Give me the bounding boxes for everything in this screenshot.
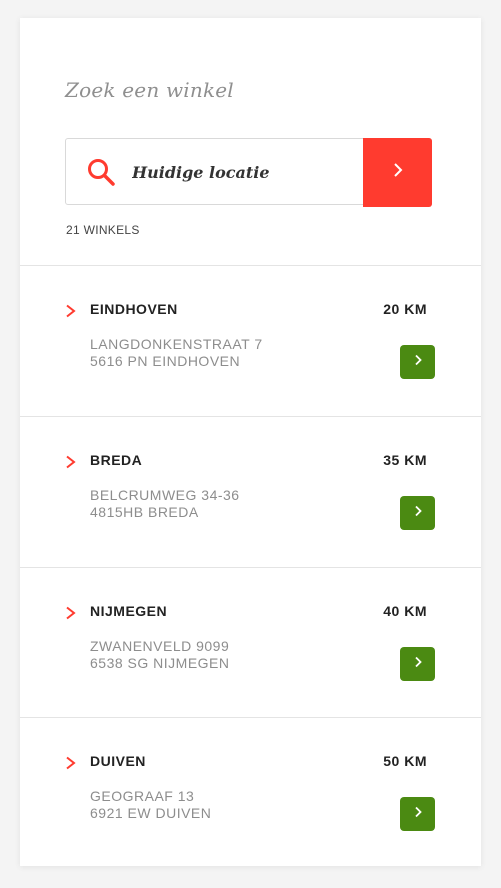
store-distance: 40 KM (383, 603, 427, 619)
chevron-right-icon (413, 805, 423, 823)
store-address-city: 5616 PN EINDHOVEN (90, 353, 241, 369)
chevron-right-icon (64, 606, 78, 620)
store-item[interactable]: EINDHOVEN 20 KM LANGDONKENSTRAAT 7 5616 … (20, 265, 481, 415)
chevron-right-icon (64, 455, 78, 469)
store-address-street: GEOGRAAF 13 (90, 788, 195, 804)
store-item[interactable]: NIJMEGEN 40 KM ZWANENVELD 9099 6538 SG N… (20, 567, 481, 717)
store-address-street: ZWANENVELD 9099 (90, 638, 230, 654)
store-address-city: 4815HB BREDA (90, 504, 199, 520)
store-distance: 35 KM (383, 452, 427, 468)
chevron-right-icon (64, 304, 78, 318)
chevron-right-icon (64, 756, 78, 770)
store-address-city: 6538 SG NIJMEGEN (90, 655, 230, 671)
store-name: EINDHOVEN (90, 301, 178, 317)
store-details-button[interactable] (400, 345, 435, 379)
store-name: NIJMEGEN (90, 603, 168, 619)
store-address: ZWANENVELD 9099 6538 SG NIJMEGEN (90, 638, 230, 672)
store-details-button[interactable] (400, 797, 435, 831)
chevron-right-icon (413, 504, 423, 522)
store-distance: 50 KM (383, 753, 427, 769)
store-item[interactable]: DUIVEN 50 KM GEOGRAAF 13 6921 EW DUIVEN (20, 717, 481, 867)
search-icon (86, 157, 118, 189)
store-address: BELCRUMWEG 34-36 4815HB BREDA (90, 487, 240, 521)
store-name: BREDA (90, 452, 143, 468)
store-address-street: LANGDONKENSTRAAT 7 (90, 336, 263, 352)
store-finder-panel: Zoek een winkel 21 WINKELS EINDHOVEN 20 … (20, 18, 481, 866)
chevron-right-icon (391, 162, 405, 183)
store-address-street: BELCRUMWEG 34-36 (90, 487, 240, 503)
store-details-button[interactable] (400, 647, 435, 681)
search-input[interactable] (132, 157, 352, 187)
store-item[interactable]: BREDA 35 KM BELCRUMWEG 34-36 4815HB BRED… (20, 416, 481, 566)
search-box (65, 138, 432, 207)
store-address: LANGDONKENSTRAAT 7 5616 PN EINDHOVEN (90, 336, 263, 370)
store-details-button[interactable] (400, 496, 435, 530)
search-title: Zoek een winkel (65, 78, 234, 102)
store-distance: 20 KM (383, 301, 427, 317)
store-address: GEOGRAAF 13 6921 EW DUIVEN (90, 788, 211, 822)
chevron-right-icon (413, 655, 423, 673)
search-submit-button[interactable] (363, 138, 432, 207)
chevron-right-icon (413, 353, 423, 371)
results-count: 21 WINKELS (66, 223, 140, 237)
store-address-city: 6921 EW DUIVEN (90, 805, 212, 821)
store-name: DUIVEN (90, 753, 146, 769)
